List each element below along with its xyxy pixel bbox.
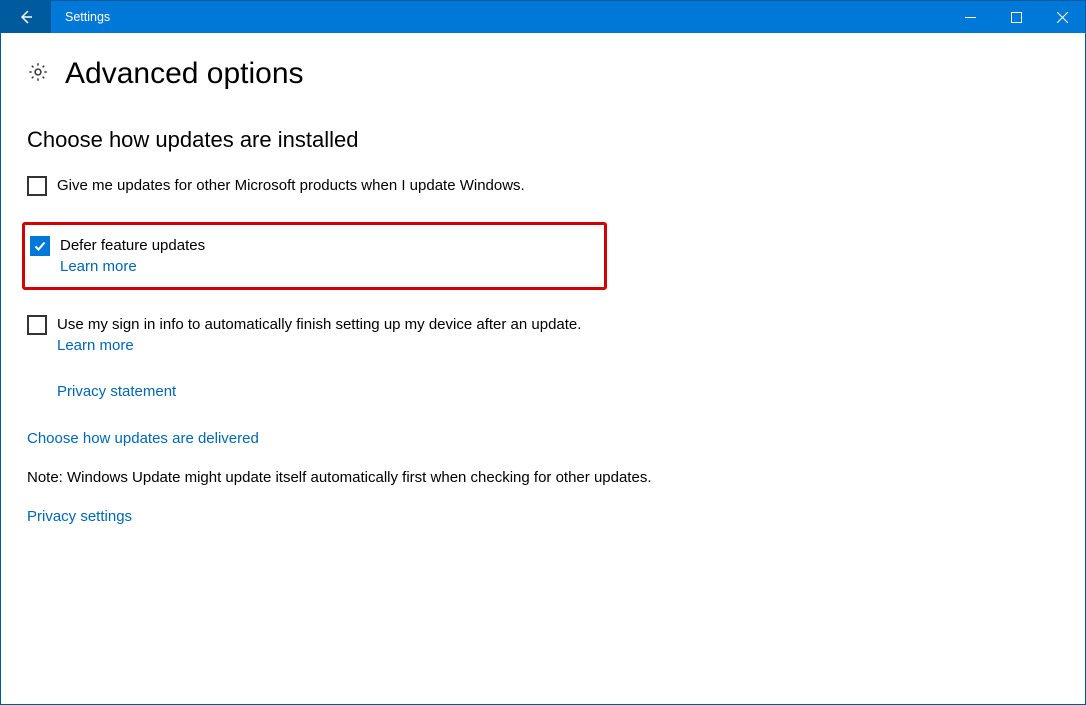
content-area: Advanced options Choose how updates are … <box>1 33 1085 571</box>
checkbox-signin-info[interactable] <box>27 315 47 335</box>
link-defer-learn-more[interactable]: Learn more <box>60 256 205 279</box>
back-button[interactable] <box>1 1 51 33</box>
page-title: Advanced options <box>65 57 304 91</box>
highlight-annotation: Defer feature updates Learn more <box>22 222 607 290</box>
link-delivery[interactable]: Choose how updates are delivered <box>27 430 259 447</box>
window-title: Settings <box>51 1 947 33</box>
option-defer-updates: Defer feature updates Learn more <box>27 235 602 279</box>
titlebar: Settings <box>1 1 1085 33</box>
minimize-button[interactable] <box>947 1 993 33</box>
link-privacy-settings[interactable]: Privacy settings <box>27 508 132 525</box>
checkbox-defer-updates[interactable] <box>30 236 50 256</box>
option-other-products: Give me updates for other Microsoft prod… <box>27 171 1059 200</box>
maximize-button[interactable] <box>993 1 1039 33</box>
window-controls <box>947 1 1085 33</box>
link-privacy-statement[interactable]: Privacy statement <box>57 383 176 400</box>
close-icon <box>1057 12 1068 23</box>
page-header: Advanced options <box>27 57 1059 91</box>
option-signin-info: Use my sign in info to automatically fin… <box>27 310 1059 362</box>
label-defer-updates: Defer feature updates <box>60 235 205 256</box>
checkmark-icon <box>33 239 47 253</box>
link-signin-learn-more[interactable]: Learn more <box>57 335 581 358</box>
gear-icon <box>27 61 49 88</box>
section-title: Choose how updates are installed <box>27 127 1059 153</box>
back-arrow-icon <box>17 8 35 26</box>
close-button[interactable] <box>1039 1 1085 33</box>
note-text: Note: Windows Update might update itself… <box>27 469 1059 486</box>
label-signin-info: Use my sign in info to automatically fin… <box>57 314 581 335</box>
maximize-icon <box>1011 12 1022 23</box>
checkbox-other-products[interactable] <box>27 176 47 196</box>
minimize-icon <box>965 12 976 23</box>
label-other-products: Give me updates for other Microsoft prod… <box>57 175 525 196</box>
